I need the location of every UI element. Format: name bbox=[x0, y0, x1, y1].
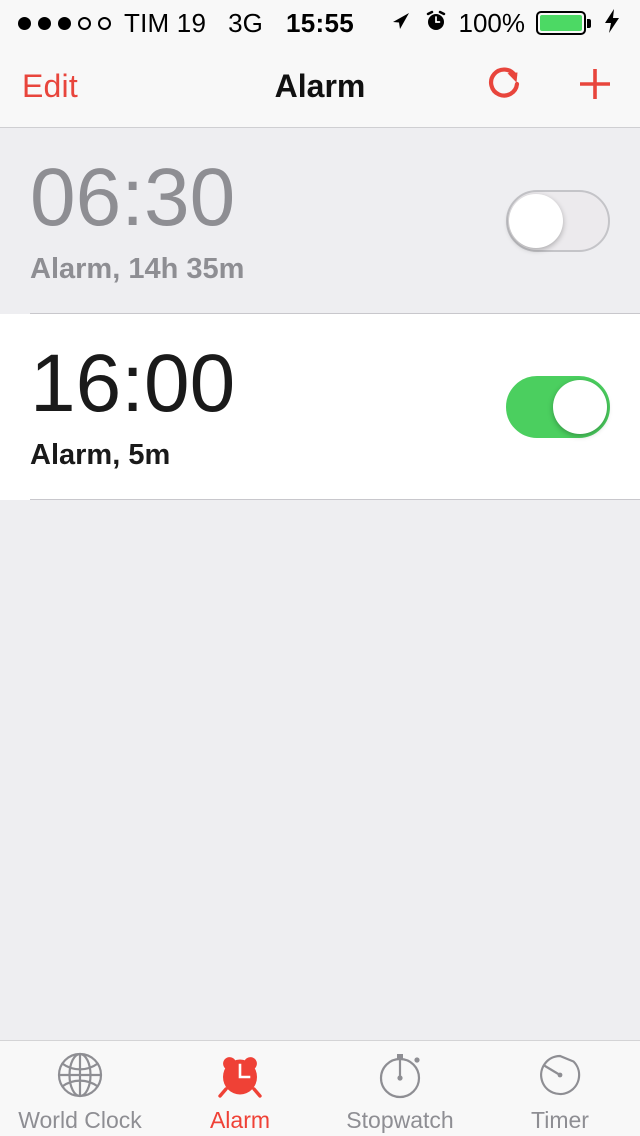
signal-dot-5 bbox=[98, 16, 111, 30]
signal-dot-2 bbox=[38, 16, 51, 30]
globe-icon bbox=[52, 1047, 108, 1103]
tab-world-clock[interactable]: World Clock bbox=[0, 1041, 160, 1136]
navigation-bar-actions bbox=[482, 61, 618, 112]
battery-percent-label: 100% bbox=[458, 7, 526, 38]
toggle-knob bbox=[553, 380, 607, 434]
tab-timer[interactable]: Timer bbox=[480, 1041, 640, 1136]
carrier-label: TIM 19 bbox=[124, 7, 207, 38]
alarm-time: 06:30 bbox=[30, 151, 236, 243]
add-alarm-button[interactable] bbox=[572, 61, 618, 112]
alarm-subtitle: Alarm, 14h 35m bbox=[30, 252, 245, 285]
tab-bar: World Clock Alarm Stopwatch Timer bbox=[0, 1040, 640, 1136]
location-arrow-icon bbox=[389, 9, 413, 38]
edit-button[interactable]: Edit bbox=[22, 68, 78, 105]
signal-strength-dots bbox=[18, 16, 111, 30]
alarm-subtitle: Alarm, 5m bbox=[30, 438, 171, 471]
tab-label: World Clock bbox=[18, 1107, 142, 1133]
signal-dot-3 bbox=[58, 16, 71, 30]
alarm-info: 06:30 Alarm, 14h 35m bbox=[30, 151, 245, 286]
tab-stopwatch[interactable]: Stopwatch bbox=[320, 1041, 480, 1136]
tab-label: Alarm bbox=[209, 1107, 271, 1133]
status-bar-left: TIM 19 3G bbox=[18, 8, 263, 39]
status-bar: TIM 19 3G 15:55 100% bbox=[0, 0, 640, 46]
battery-icon bbox=[536, 11, 591, 35]
timer-icon bbox=[532, 1047, 588, 1103]
toggle-knob bbox=[509, 194, 563, 248]
empty-list-area bbox=[0, 500, 640, 1040]
clock-app-screen: TIM 19 3G 15:55 100% Edit Alarm 06:30 Al… bbox=[0, 0, 640, 1136]
alarm-clock-icon bbox=[424, 9, 448, 38]
charging-bolt-icon bbox=[602, 8, 622, 39]
alarm-clock-icon bbox=[212, 1047, 268, 1103]
tab-alarm[interactable]: Alarm bbox=[160, 1041, 320, 1136]
navigation-bar: Edit Alarm bbox=[0, 46, 640, 128]
alarm-row[interactable]: 16:00 Alarm, 5m bbox=[0, 314, 640, 500]
status-bar-clock: 15:55 bbox=[286, 7, 354, 38]
signal-dot-4 bbox=[78, 16, 91, 30]
tab-label: Timer bbox=[531, 1107, 589, 1133]
alarm-toggle[interactable] bbox=[506, 376, 610, 438]
alarm-list: 06:30 Alarm, 14h 35m 16:00 Alarm, 5m bbox=[0, 128, 640, 1040]
alarm-row[interactable]: 06:30 Alarm, 14h 35m bbox=[0, 128, 640, 314]
alarm-toggle[interactable] bbox=[506, 190, 610, 252]
signal-dot-1 bbox=[18, 16, 31, 30]
alarm-time: 16:00 bbox=[30, 337, 236, 429]
stopwatch-icon bbox=[372, 1047, 428, 1103]
alarm-info: 16:00 Alarm, 5m bbox=[30, 337, 236, 472]
refresh-icon[interactable] bbox=[482, 61, 528, 112]
network-type-label: 3G bbox=[228, 7, 263, 38]
tab-label: Stopwatch bbox=[346, 1107, 454, 1133]
status-bar-right: 100% bbox=[389, 8, 623, 39]
